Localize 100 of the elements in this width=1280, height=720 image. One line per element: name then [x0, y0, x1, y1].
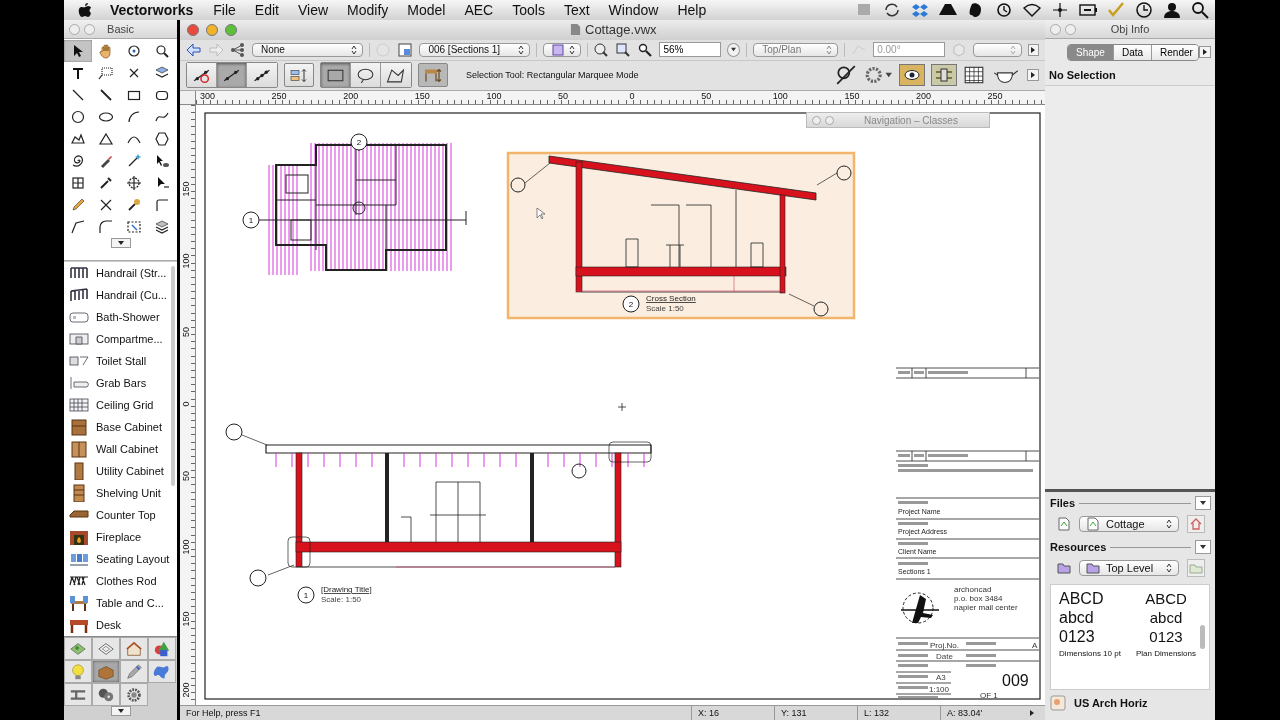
menu-item[interactable]: Edit	[254, 2, 279, 18]
tool-set-item[interactable]: Fireplace	[64, 526, 170, 548]
layer-dropdown[interactable]: 006 [Sections 1]	[419, 42, 530, 57]
tool-set-item[interactable]: Ceiling Grid	[64, 394, 170, 416]
tool-set-item[interactable]: Handrail (Str...	[64, 262, 170, 284]
text-style-sample: abcd	[1059, 608, 1094, 627]
section-heading: Files	[1050, 497, 1076, 509]
menu-item[interactable]: Tools	[512, 2, 545, 18]
tool-set-item[interactable]: Toilet Stall	[64, 350, 170, 372]
office-address: archoncad	[954, 585, 992, 595]
coordinate-readout: L: 132	[857, 706, 940, 720]
tool-set-item[interactable]: Shelving Unit	[64, 482, 170, 504]
ruler-label: 0	[181, 400, 191, 409]
ruler-label: 300	[200, 91, 216, 102]
title-block-label: Date	[936, 652, 953, 662]
menu-item[interactable]: Help	[677, 2, 707, 18]
sheet-count: OF 1	[980, 691, 998, 701]
status-help-text: For Help, press F1	[186, 708, 261, 719]
palette-title: Basic	[106, 23, 135, 35]
tool-set-item[interactable]: Wall Cabinet	[64, 438, 170, 460]
tool-set-item[interactable]: Grab Bars	[64, 372, 170, 394]
ruler-label: 150	[181, 610, 191, 629]
text-style-sample: ABCD	[1059, 589, 1104, 608]
text-style-sample: ABCD	[1145, 589, 1187, 608]
section-heading: Resources	[1050, 541, 1107, 553]
mode-hint: Selection Tool: Rectangular Marquee Mode	[466, 70, 639, 81]
class-dropdown[interactable]: None	[252, 42, 363, 57]
drawing-title: [Drawing Title]	[321, 585, 372, 595]
section-marker: 1	[297, 586, 315, 604]
section-marker: 1	[242, 211, 260, 229]
ruler-label: 50	[558, 91, 568, 102]
text-style-sample: 0123	[1149, 627, 1183, 646]
tool-label: Ceiling Grid	[96, 399, 154, 411]
tool-set-item[interactable]: Utility Cabinet	[64, 460, 170, 482]
office-address: p.o. box 3484	[954, 594, 1003, 604]
coordinate-readout: A: 83.04'	[940, 706, 1023, 720]
tool-label: Base Cabinet	[96, 421, 163, 433]
tool-label: Handrail (Str...	[96, 267, 167, 279]
tool-set-item[interactable]: Compartme...	[64, 328, 170, 350]
menu-item[interactable]: View	[297, 2, 329, 18]
tool-label: Toilet Stall	[96, 355, 147, 367]
default-resource-label: US Arch Horiz	[1074, 697, 1148, 709]
coordinate-readout: Y: 131	[774, 706, 857, 720]
tool-label: Grab Bars	[96, 377, 147, 389]
title-block-label: Proj.No.	[930, 641, 959, 651]
tab[interactable]: Render	[1152, 44, 1199, 60]
tool-set-item[interactable]: Bath-Shower	[64, 306, 170, 328]
resource-name: Dimensions 10 pt	[1059, 649, 1121, 658]
view-dropdown[interactable]: Top/Plan	[753, 42, 839, 57]
revision-label: A	[1032, 641, 1038, 651]
window-title: Cottage.vwx	[585, 22, 657, 38]
menu-item[interactable]: Modify	[347, 2, 389, 18]
ruler-label: 50	[701, 91, 712, 102]
ruler-label: 250	[271, 91, 287, 102]
tool-label: Seating Layout	[96, 553, 170, 565]
tool-label: Wall Cabinet	[96, 443, 158, 455]
resource-item[interactable]: ABCD abcd 0123 Plan Dimensions	[1135, 589, 1197, 689]
tool-set-item[interactable]: Counter Top	[64, 504, 170, 526]
zoom-field[interactable]: 56%	[659, 42, 722, 58]
menu-item[interactable]: Model	[407, 2, 446, 18]
ruler-label: 200	[181, 681, 191, 700]
section-marker: 2	[622, 295, 640, 313]
paper-size: A3	[936, 673, 946, 683]
sheet-number: 009	[1002, 672, 1029, 690]
ruler-label: 250	[987, 91, 1003, 102]
ruler-label: 100	[181, 252, 191, 271]
menu-item[interactable]: AEC	[464, 2, 494, 18]
tool-set-item[interactable]: Seating Layout	[64, 548, 170, 570]
folder-dropdown[interactable]: Top Level	[1079, 560, 1179, 576]
tool-label: Clothes Rod	[96, 575, 157, 587]
tool-label: Compartme...	[96, 333, 163, 345]
tool-label: Utility Cabinet	[96, 465, 164, 477]
drawing-title: Cross Section	[646, 294, 696, 304]
ruler-label: 50	[181, 326, 191, 340]
ruler-label: 150	[181, 180, 191, 199]
coordinate-readout: X: 16	[691, 706, 774, 720]
ruler-label: 200	[343, 91, 359, 102]
menu-item[interactable]: Window	[608, 2, 659, 18]
tool-label: Fireplace	[96, 531, 142, 543]
office-address: napier mail center	[954, 603, 1018, 613]
resource-item[interactable]: ABCD abcd 0123 Dimensions 10 pt	[1059, 589, 1121, 689]
tool-label: Handrail (Cu...	[96, 289, 167, 301]
resource-name: Plan Dimensions	[1136, 649, 1196, 658]
ruler-label: 50	[181, 469, 191, 483]
tool-label: Bath-Shower	[96, 311, 160, 323]
ruler-label: 150	[414, 91, 430, 102]
tool-set-item[interactable]: Desk	[64, 614, 170, 636]
tool-set-item[interactable]: Handrail (Cu...	[64, 284, 170, 306]
sheet-scale: 1:100	[929, 685, 949, 695]
tab[interactable]: Data	[1113, 44, 1153, 60]
ruler-label: 0	[629, 91, 635, 102]
tool-label: Table and C...	[96, 597, 164, 609]
file-dropdown[interactable]: Cottage	[1079, 516, 1179, 532]
tool-set-item[interactable]: Clothes Rod	[64, 570, 170, 592]
menu-item[interactable]: Text	[563, 2, 590, 18]
app-menu[interactable]: Vectorworks	[110, 2, 194, 18]
menu-item[interactable]: File	[213, 2, 236, 18]
ruler-label: 150	[844, 91, 860, 102]
tool-set-item[interactable]: Table and C...	[64, 592, 170, 614]
tool-set-item[interactable]: Base Cabinet	[64, 416, 170, 438]
